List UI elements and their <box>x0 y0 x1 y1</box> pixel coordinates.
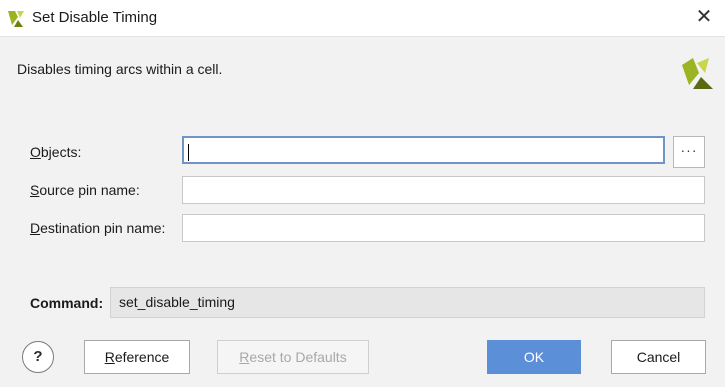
command-label: Command: <box>30 295 104 311</box>
destination-pin-label-text: estination pin name: <box>40 220 166 236</box>
dialog-description: Disables timing arcs within a cell. <box>17 61 223 77</box>
objects-label-mnemonic: O <box>30 144 41 160</box>
objects-label-text: bjects: <box>40 144 82 160</box>
reset-button-mnemonic: R <box>239 349 250 365</box>
ok-button[interactable]: OK <box>487 340 581 374</box>
reference-button-mnemonic: R <box>104 349 115 365</box>
reset-button-label: eset to Defaults <box>249 349 347 365</box>
window-title: Set Disable Timing <box>32 9 158 26</box>
help-button[interactable]: ? <box>22 341 54 373</box>
title-bar: Set Disable Timing ✕ <box>0 0 725 37</box>
source-pin-label-text: ource pin name: <box>39 182 140 198</box>
reference-button[interactable]: Reference <box>84 340 190 374</box>
dialog-body: Disables timing arcs within a cell. Obje… <box>0 37 725 387</box>
objects-input[interactable] <box>182 136 665 164</box>
source-pin-label: Source pin name: <box>30 182 140 198</box>
text-caret <box>188 144 189 161</box>
vivado-logo-icon <box>6 8 26 28</box>
source-pin-label-mnemonic: S <box>30 182 40 198</box>
vivado-logo-large-icon <box>679 55 717 93</box>
command-preview: set_disable_timing <box>110 287 705 318</box>
source-pin-input[interactable] <box>182 176 705 204</box>
destination-pin-label: Destination pin name: <box>30 220 165 236</box>
close-icon[interactable]: ✕ <box>693 5 715 29</box>
objects-label: Objects: <box>30 144 81 160</box>
destination-pin-input[interactable] <box>182 214 705 242</box>
destination-pin-label-mnemonic: D <box>30 220 41 236</box>
reference-button-label: eference <box>114 349 170 365</box>
reset-to-defaults-button[interactable]: Reset to Defaults <box>217 340 369 374</box>
browse-objects-button[interactable]: ··· <box>673 136 705 168</box>
cancel-button[interactable]: Cancel <box>611 340 706 374</box>
